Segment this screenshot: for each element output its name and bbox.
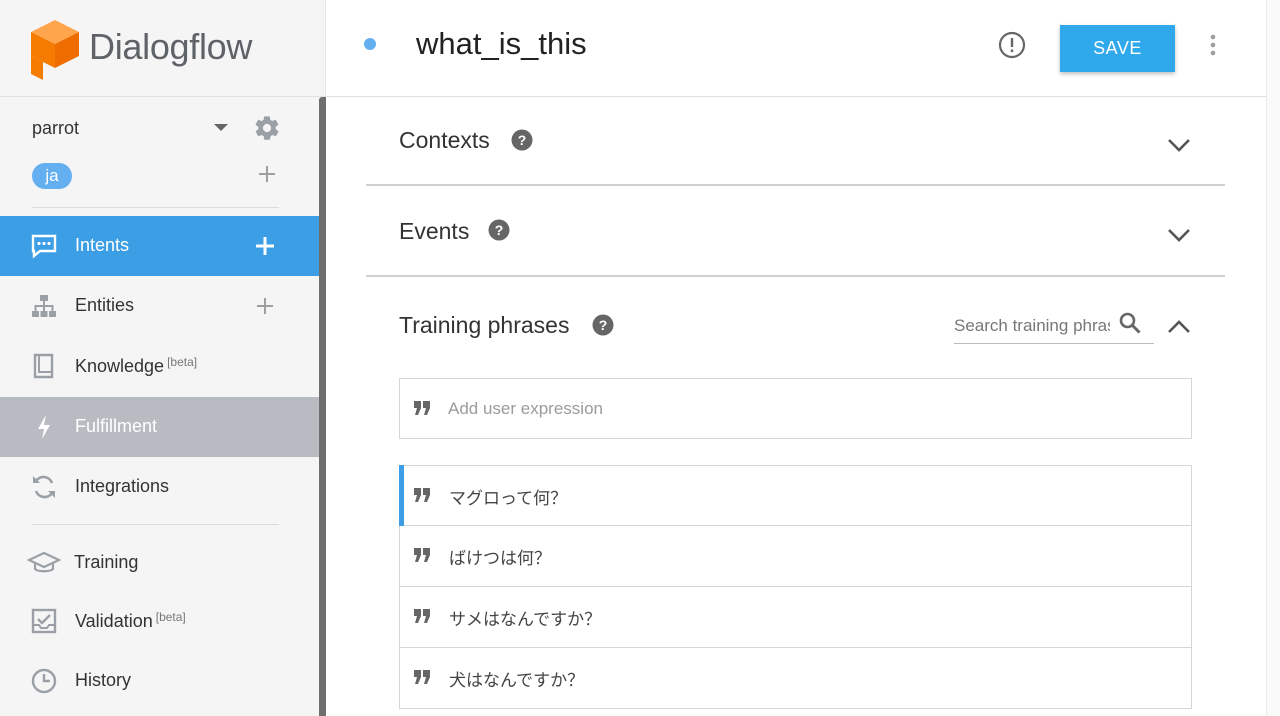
sidebar-item-entities[interactable]: Entities xyxy=(0,276,319,336)
sidebar-item-knowledge[interactable]: Knowledge [beta] xyxy=(0,336,319,396)
sidebar-item-label: Validation [beta] xyxy=(75,610,186,632)
training-phrase-text[interactable]: マグロって何？ xyxy=(449,484,567,509)
section-divider xyxy=(366,184,1225,186)
sidebar-item-label: Training xyxy=(74,552,139,572)
add-language-icon[interactable] xyxy=(257,164,277,184)
training-phrase-text[interactable]: 犬はなんですか？ xyxy=(449,666,584,691)
sidebar-item-integrations[interactable]: Integrations xyxy=(0,457,319,517)
beta-badge: [beta] xyxy=(167,355,198,369)
sidebar-item-training[interactable]: Training xyxy=(0,533,319,593)
lightning-bolt-icon xyxy=(38,415,50,439)
sitemap-icon xyxy=(32,295,56,317)
svg-text:?: ? xyxy=(495,222,504,238)
sidebar-item-label: Integrations xyxy=(75,476,170,496)
clock-icon xyxy=(31,668,57,694)
add-intent-icon[interactable] xyxy=(255,236,275,256)
training-phrase-row[interactable]: サメはなんですか？ xyxy=(399,587,1192,648)
training-phrase-text[interactable]: ばけつは何？ xyxy=(449,544,551,569)
svg-text:?: ? xyxy=(518,132,527,148)
training-phrase-row[interactable]: 犬はなんですか？ xyxy=(399,648,1192,709)
training-phrases-title[interactable]: Training phrases xyxy=(399,312,569,339)
contexts-title[interactable]: Contexts xyxy=(399,127,490,154)
search-training-input[interactable] xyxy=(954,313,1110,339)
events-title[interactable]: Events xyxy=(399,218,469,245)
sidebar-item-label: Knowledge [beta] xyxy=(75,355,197,377)
help-icon[interactable]: ? xyxy=(488,219,510,241)
chat-bubble-icon xyxy=(31,234,57,259)
training-phrase-text[interactable]: サメはなんですか？ xyxy=(449,605,601,630)
sidebar-item-history[interactable]: History xyxy=(0,651,319,711)
sidebar-divider xyxy=(32,524,279,525)
right-scroll-strip xyxy=(1266,0,1280,716)
training-search xyxy=(954,307,1154,344)
add-user-expression xyxy=(399,378,1192,439)
quote-icon xyxy=(414,609,430,623)
gear-icon[interactable] xyxy=(253,114,281,142)
training-phrase-list: マグロって何？ ばけつは何？ サメはなんですか？ 犬はなんですか？ xyxy=(399,465,1192,709)
more-vert-icon[interactable] xyxy=(1204,33,1222,57)
sidebar-item-label: Intents xyxy=(75,235,130,255)
sidebar-item-intents[interactable]: Intents xyxy=(0,216,319,276)
logo-area: Dialogflow xyxy=(0,0,326,97)
book-icon xyxy=(33,353,54,379)
chevron-down-icon[interactable] xyxy=(1166,136,1192,154)
add-user-expression-input[interactable] xyxy=(448,395,1148,423)
validation-label: Validation xyxy=(75,611,153,631)
help-icon[interactable]: ? xyxy=(511,129,533,151)
sidebar-item-fulfillment[interactable]: Fulfillment xyxy=(0,397,319,457)
section-divider xyxy=(366,275,1225,277)
sidebar-item-label: History xyxy=(75,670,132,690)
help-icon[interactable]: ? xyxy=(592,314,614,336)
intent-name[interactable]: what_is_this xyxy=(416,26,587,62)
sidebar-divider xyxy=(32,207,279,208)
quote-icon xyxy=(414,401,430,415)
quote-icon xyxy=(414,670,430,684)
chevron-down-icon[interactable] xyxy=(1166,226,1192,244)
training-phrase-row[interactable]: ばけつは何？ xyxy=(399,526,1192,587)
quote-icon xyxy=(414,488,430,502)
svg-text:?: ? xyxy=(599,317,608,333)
agent-name[interactable]: parrot xyxy=(32,118,79,139)
graduation-cap-icon xyxy=(27,551,61,573)
beta-badge: [beta] xyxy=(155,610,186,624)
sidebar-scrollbar[interactable] xyxy=(319,97,326,716)
app-logo-text: Dialogflow xyxy=(89,26,253,67)
add-entity-icon[interactable] xyxy=(255,296,275,316)
status-dot xyxy=(364,38,376,50)
alert-icon[interactable] xyxy=(998,31,1026,59)
chevron-up-icon[interactable] xyxy=(1166,318,1192,336)
dialogflow-logo-icon xyxy=(31,20,79,80)
quote-icon xyxy=(414,548,430,562)
checkbox-tray-icon xyxy=(31,608,57,634)
training-phrase-row[interactable]: マグロって何？ xyxy=(399,465,1192,526)
agent-dropdown-icon[interactable] xyxy=(214,124,228,131)
knowledge-label: Knowledge xyxy=(75,356,165,376)
save-button[interactable]: SAVE xyxy=(1060,25,1175,72)
sidebar-item-label: Fulfillment xyxy=(75,416,158,436)
search-icon[interactable] xyxy=(1118,311,1142,335)
sync-icon xyxy=(33,475,55,499)
language-badge[interactable]: ja xyxy=(32,163,72,189)
sidebar-item-label: Entities xyxy=(75,295,135,315)
sidebar-item-validation[interactable]: Validation [beta] xyxy=(0,591,319,651)
